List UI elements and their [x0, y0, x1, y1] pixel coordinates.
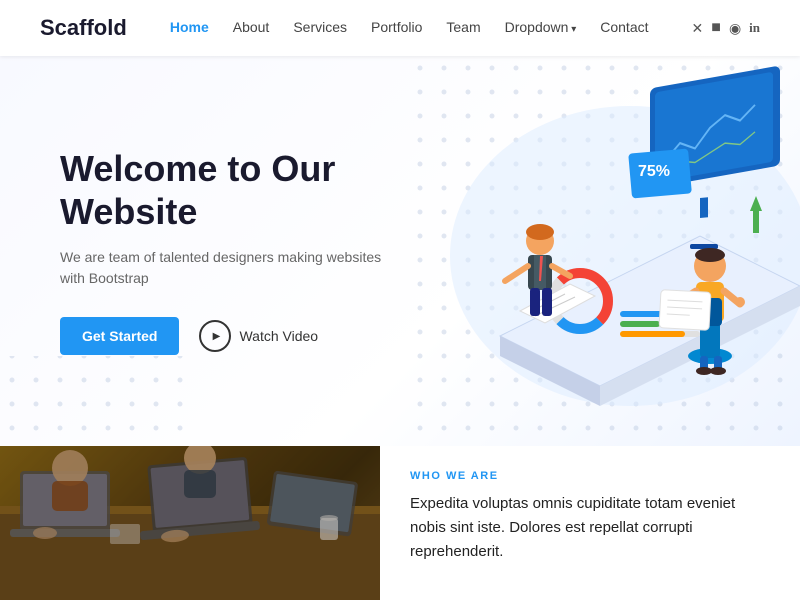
- team-photo: [0, 446, 380, 600]
- social-links: ✕ ■ ◉ in: [692, 19, 760, 37]
- bottom-text-panel: WHO WE ARE Expedita voluptas omnis cupid…: [380, 446, 800, 600]
- svg-text:75%: 75%: [638, 163, 670, 180]
- get-started-button[interactable]: Get Started: [60, 317, 179, 355]
- brand-logo: Scaffold: [40, 15, 127, 41]
- play-icon: [199, 320, 231, 352]
- bottom-section: WHO WE ARE Expedita voluptas omnis cupid…: [0, 446, 800, 600]
- who-we-are-label: WHO WE ARE: [410, 470, 770, 482]
- hero-illustration: 75%: [380, 56, 800, 446]
- nav-team[interactable]: Team: [446, 19, 480, 35]
- nav-about[interactable]: About: [233, 19, 270, 35]
- hero-subtitle: We are team of talented designers making…: [60, 247, 400, 289]
- watch-video-button[interactable]: Watch Video: [199, 320, 318, 352]
- hero-section: Welcome to Our Website We are team of ta…: [0, 56, 800, 446]
- nav-contact[interactable]: Contact: [600, 19, 648, 35]
- facebook-icon[interactable]: ■: [711, 19, 721, 37]
- hero-actions: Get Started Watch Video: [60, 317, 400, 355]
- office-photo-svg: [0, 446, 380, 600]
- nav-home[interactable]: Home: [170, 19, 209, 35]
- nav-services[interactable]: Services: [293, 19, 347, 35]
- nav-links: Home About Services Portfolio Team Dropd…: [170, 19, 649, 37]
- twitter-icon[interactable]: ✕: [692, 20, 704, 37]
- hero-title: Welcome to Our Website: [60, 147, 400, 233]
- linkedin-icon[interactable]: in: [749, 20, 760, 36]
- bottom-description: Expedita voluptas omnis cupiditate totam…: [410, 492, 770, 564]
- navbar: Scaffold Home About Services Portfolio T…: [0, 0, 800, 56]
- instagram-icon[interactable]: ◉: [729, 20, 741, 37]
- nav-portfolio[interactable]: Portfolio: [371, 19, 422, 35]
- watch-video-label: Watch Video: [239, 328, 318, 344]
- nav-dropdown[interactable]: Dropdown: [505, 19, 577, 35]
- illustration-svg: 75%: [380, 56, 800, 446]
